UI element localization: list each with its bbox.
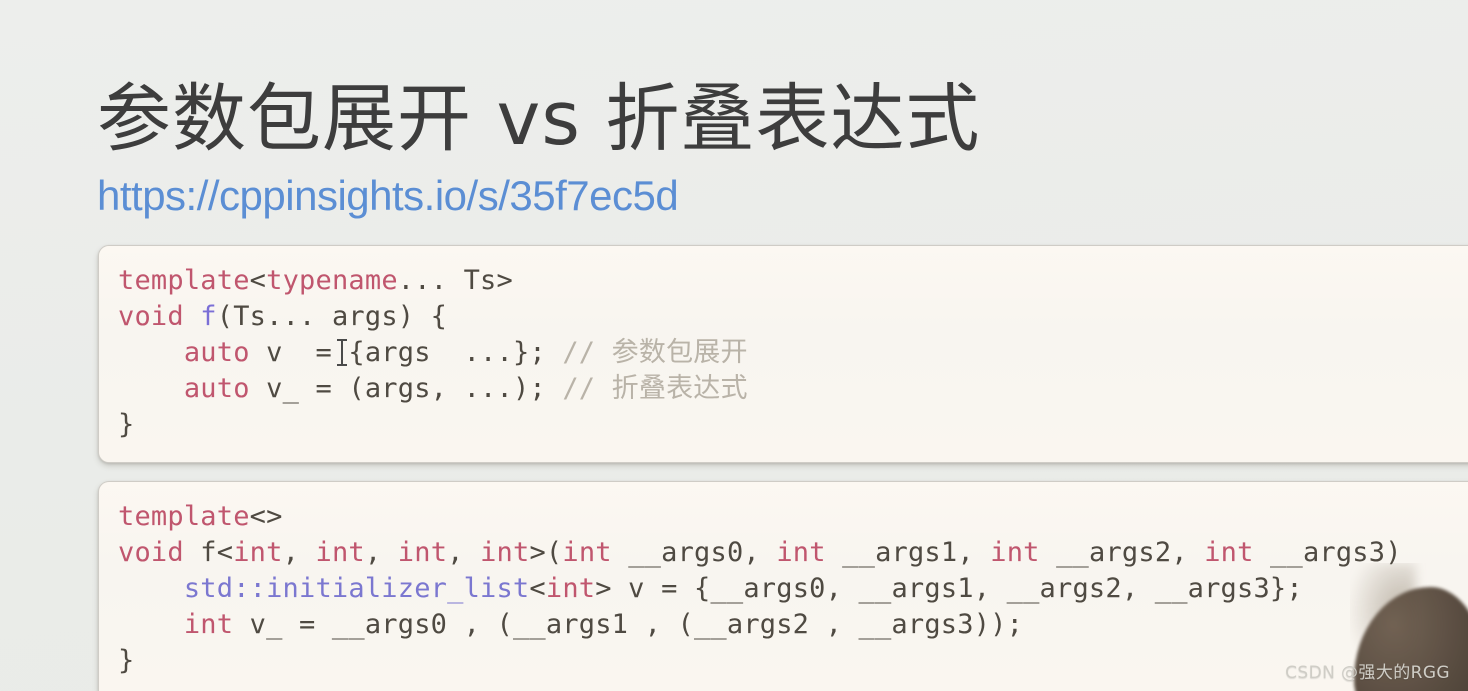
code-token-type: std::initializer_list xyxy=(183,573,530,604)
code-token-plain: __args0, xyxy=(611,537,777,568)
cppinsights-link[interactable]: https://cppinsights.io/s/35f7ec5d xyxy=(97,170,679,223)
code-token-plain: v_ = (args, ...); xyxy=(249,373,563,404)
code-token-plain: __args2, xyxy=(1039,537,1205,568)
code-token-kw: int xyxy=(480,537,530,568)
code-token-kw: int xyxy=(315,537,365,568)
csdn-watermark: CSDN @强大的RGG xyxy=(1285,663,1450,683)
code-line: template<typename... Ts> xyxy=(118,263,1468,299)
code-token-plain: } xyxy=(118,645,135,676)
code-token-kw: int xyxy=(183,609,234,640)
code-line: template<> xyxy=(118,499,1468,535)
code-token-kw: int xyxy=(545,573,596,604)
code-token-comment: // 折叠表达式 xyxy=(562,373,748,404)
code-token-fn: f xyxy=(200,301,217,332)
code-token-kw: int xyxy=(776,537,826,568)
code-line: auto v = {args ...}; // 参数包展开 xyxy=(118,335,1468,371)
code-token-plain: < xyxy=(249,265,267,296)
page-title: 参数包展开 vs 折叠表达式 xyxy=(97,75,981,162)
code-line: } xyxy=(118,643,1468,679)
code-token-plain: } xyxy=(118,409,135,440)
code-token-kw: auto xyxy=(183,337,250,368)
code-token-plain: {args ...}; xyxy=(348,337,563,368)
code-token-kw: void xyxy=(118,537,184,568)
code-token-kw: typename xyxy=(266,265,398,296)
code-line: std::initializer_list<int> v = {__args0,… xyxy=(118,571,1468,607)
code-token-plain: >( xyxy=(529,537,563,568)
code-token-plain: v = xyxy=(249,337,349,368)
code-token-plain: > v = {__args0, __args1, __args2, __args… xyxy=(595,573,1303,604)
code-token-kw: int xyxy=(233,537,283,568)
code-token-kw: int xyxy=(1204,537,1254,568)
code-token-kw: void xyxy=(118,301,184,332)
code-line: void f<int, int, int, int>(int __args0, … xyxy=(118,535,1468,571)
code-token-plain: , xyxy=(282,537,316,568)
code-token-plain: , xyxy=(447,537,481,568)
code-token-kw: int xyxy=(990,537,1040,568)
code-token-plain: __args1, xyxy=(825,537,991,568)
code-line: int v_ = __args0 , (__args1 , (__args2 ,… xyxy=(118,607,1468,643)
code-block-source-body[interactable]: template<typename... Ts> void f(Ts... arg… xyxy=(99,246,1468,457)
code-block-instantiated-body[interactable]: template<> void f<int, int, int, int>(int… xyxy=(99,482,1468,691)
code-token-kw: template xyxy=(118,501,250,532)
code-token-plain: f< xyxy=(183,537,234,568)
code-token-kw: template xyxy=(118,265,250,296)
code-token-plain: v_ = __args0 , (__args1 , (__args2 , __a… xyxy=(233,609,1024,640)
code-line: } xyxy=(118,407,1468,443)
code-token-plain: ... Ts> xyxy=(397,265,513,296)
code-block-instantiated[interactable]: template<> void f<int, int, int, int>(int… xyxy=(98,481,1468,691)
code-token-comment: // 参数包展开 xyxy=(562,337,748,368)
code-token-plain: , xyxy=(364,537,398,568)
code-token-kw: int xyxy=(397,537,448,568)
code-token-plain: < xyxy=(529,573,546,604)
code-token-plain: (Ts... args) { xyxy=(216,301,448,332)
presentation-slide: 参数包展开 vs 折叠表达式 https://cppinsights.io/s/… xyxy=(0,0,1468,691)
code-line: auto v_ = (args, ...); // 折叠表达式 xyxy=(118,371,1468,407)
code-token-plain: <> xyxy=(249,501,283,532)
code-token-kw: auto xyxy=(183,373,250,404)
text-cursor-beam xyxy=(337,339,348,366)
code-token-plain: __args3) xyxy=(1253,537,1402,568)
code-block-source[interactable]: template<typename... Ts> void f(Ts... arg… xyxy=(98,245,1468,463)
code-token-kw: int xyxy=(562,537,612,568)
code-line: void f(Ts... args) { xyxy=(118,299,1468,335)
